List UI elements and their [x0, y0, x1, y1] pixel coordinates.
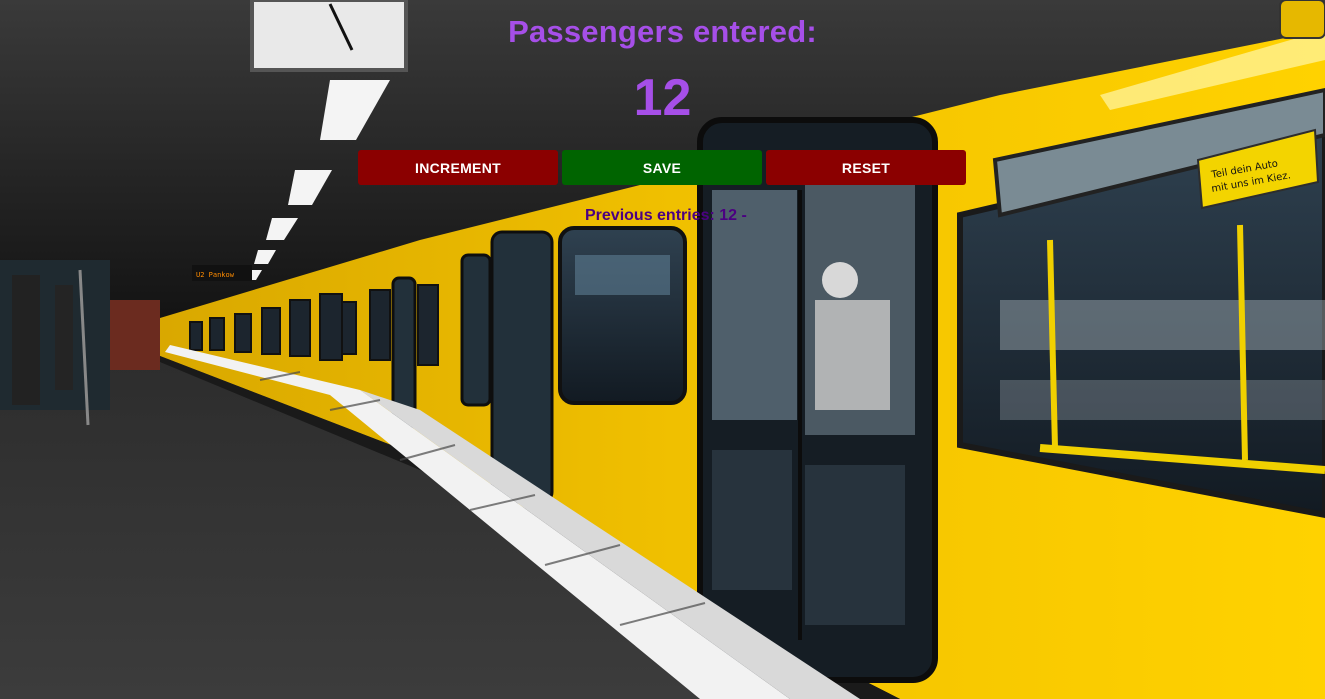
increment-button[interactable]: INCREMENT	[358, 150, 558, 185]
svg-text:U2 Pankow: U2 Pankow	[196, 271, 235, 279]
previous-entries-value: 12 -	[719, 207, 747, 224]
reset-button[interactable]: RESET	[766, 150, 966, 185]
button-row: INCREMENT SAVE RESET	[358, 150, 968, 185]
previous-entries-label: Previous entries:	[585, 207, 715, 224]
app-page: U2 Pankow Teil dein Auto mit uns im Kiez…	[0, 0, 1325, 699]
page-title: Passengers entered:	[508, 14, 817, 49]
previous-entries: Previous entries: 12 -	[585, 207, 747, 225]
passenger-count: 12	[633, 69, 692, 127]
save-button[interactable]: SAVE	[562, 150, 762, 185]
